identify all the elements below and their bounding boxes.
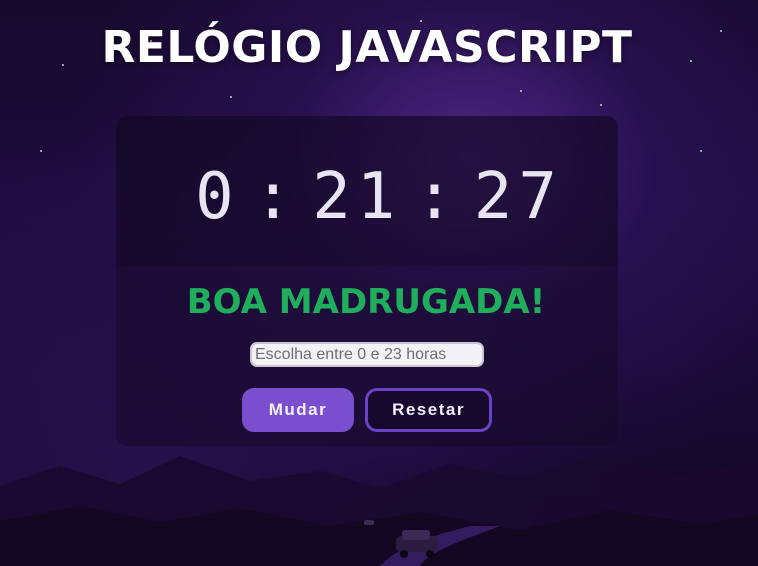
clock-seconds: 27 bbox=[473, 160, 563, 234]
page-title: RELÓGIO JAVASCRIPT bbox=[101, 22, 633, 73]
greeting-message: BOA MADRUGADA! bbox=[0, 282, 732, 322]
hour-input[interactable] bbox=[250, 342, 484, 367]
greeting-text: BOA MADRUGADA! bbox=[186, 282, 546, 322]
clock-separator: : bbox=[253, 160, 299, 234]
change-button[interactable]: Mudar bbox=[242, 388, 354, 432]
reset-button[interactable]: Resetar bbox=[365, 388, 492, 432]
clock-minutes: 21 bbox=[312, 160, 402, 234]
clock-hours: 0 bbox=[195, 160, 240, 234]
clock-separator: : bbox=[415, 160, 460, 234]
digital-clock: 0:21:27 bbox=[0, 160, 758, 234]
car-icon bbox=[364, 520, 438, 558]
